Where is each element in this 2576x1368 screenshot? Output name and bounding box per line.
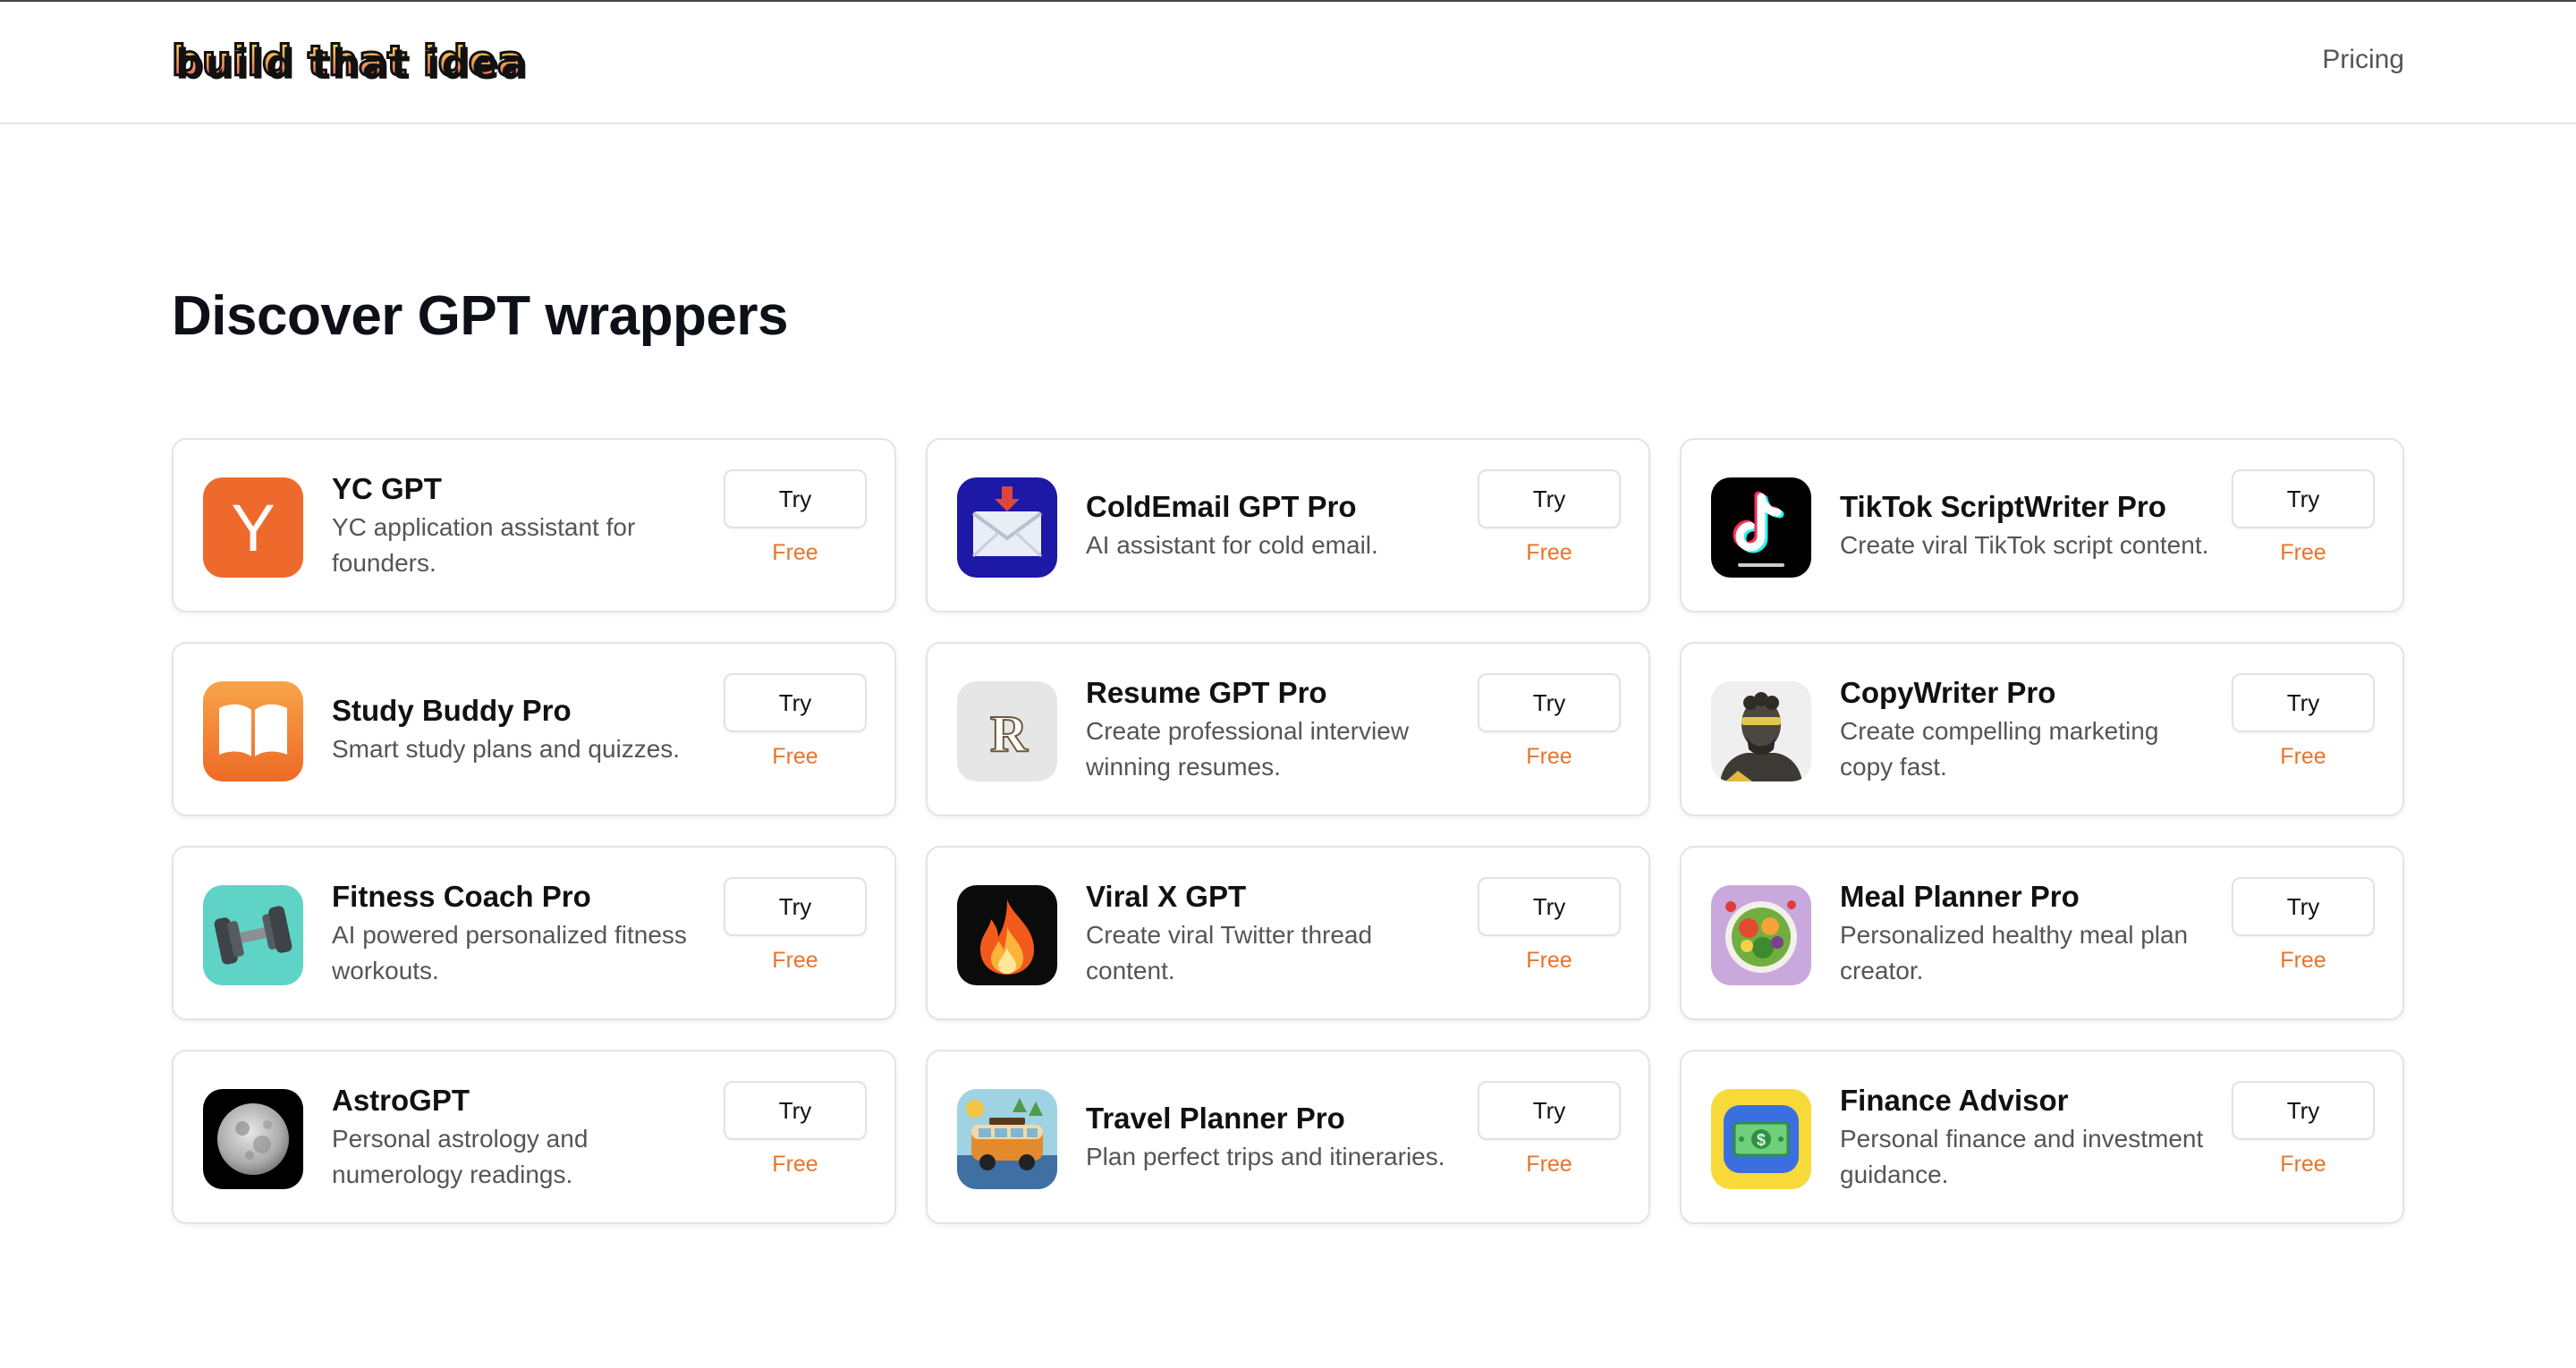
app-name: CopyWriter Pro — [1840, 676, 2056, 709]
salad-bowl-icon — [1711, 885, 1811, 985]
svg-text:Y: Y — [231, 491, 275, 565]
moon-icon — [203, 1089, 303, 1189]
app-name: Resume GPT Pro — [1086, 676, 1327, 709]
tiktok-icon — [1711, 477, 1811, 578]
yc-logo-icon: Y — [203, 477, 303, 578]
try-button[interactable]: Try — [724, 1081, 867, 1140]
price-label: Free — [772, 1152, 818, 1177]
price-label: Free — [1526, 744, 1572, 769]
app-name: TikTok ScriptWriter Pro — [1840, 490, 2166, 523]
app-card: Meal Planner Pro Personalized healthy me… — [1680, 846, 2404, 1020]
app-card: TikTok ScriptWriter Pro Create viral Tik… — [1680, 438, 2404, 612]
envelope-icon — [957, 477, 1057, 578]
app-description: Personal astrology and numerology readin… — [332, 1125, 589, 1188]
app-name: Travel Planner Pro — [1086, 1102, 1345, 1135]
svg-text:R: R — [990, 705, 1029, 763]
price-label: Free — [2280, 744, 2326, 769]
money-bill-icon: $ — [1711, 1089, 1811, 1189]
app-description: Create viral TikTok script content. — [1840, 531, 2209, 559]
app-card: Fitness Coach Pro AI powered personalize… — [172, 846, 896, 1020]
open-book-icon — [203, 681, 303, 781]
dumbbell-icon — [203, 885, 303, 985]
try-button[interactable]: Try — [2232, 1081, 2375, 1140]
app-name: Finance Advisor — [1840, 1084, 2069, 1117]
price-label: Free — [772, 744, 818, 769]
try-button[interactable]: Try — [724, 469, 867, 528]
try-button[interactable]: Try — [1478, 469, 1621, 528]
app-description: AI assistant for cold email. — [1086, 531, 1378, 559]
price-label: Free — [1526, 540, 1572, 565]
app-name: YC GPT — [332, 472, 442, 505]
price-label: Free — [2280, 1152, 2326, 1177]
try-button[interactable]: Try — [1478, 877, 1621, 936]
app-description: Create viral Twitter thread content. — [1086, 921, 1373, 984]
app-name: Fitness Coach Pro — [332, 880, 591, 913]
try-button[interactable]: Try — [2232, 673, 2375, 732]
app-card: R Resume GPT Pro Create professional int… — [926, 642, 1650, 816]
price-label: Free — [2280, 948, 2326, 973]
price-label: Free — [772, 948, 818, 973]
try-button[interactable]: Try — [2232, 877, 2375, 936]
try-button[interactable]: Try — [1478, 1081, 1621, 1140]
try-button[interactable]: Try — [2232, 469, 2375, 528]
app-card: $ Finance Advisor Personal finance and i… — [1680, 1050, 2404, 1224]
app-card: Travel Planner Pro Plan perfect trips an… — [926, 1050, 1650, 1224]
page-title: Discover GPT wrappers — [172, 285, 789, 347]
svg-text:$: $ — [1757, 1131, 1766, 1149]
try-button[interactable]: Try — [724, 673, 867, 732]
app-description: YC application assistant for founders. — [332, 513, 636, 577]
app-name: AstroGPT — [332, 1084, 470, 1117]
app-card: CopyWriter Pro Create compelling marketi… — [1680, 642, 2404, 816]
travel-van-icon — [957, 1089, 1057, 1189]
app-name: Viral X GPT — [1086, 880, 1247, 913]
statue-bust-icon — [1711, 681, 1811, 781]
price-label: Free — [772, 540, 818, 565]
app-description: Plan perfect trips and itineraries. — [1086, 1143, 1445, 1170]
app-description: Personalized healthy meal plan creator. — [1840, 921, 2189, 984]
app-grid: Y YC GPT YC application assistant for fo… — [172, 438, 2404, 1224]
price-label: Free — [2280, 540, 2326, 565]
app-card: ColdEmail GPT Pro AI assistant for cold … — [926, 438, 1650, 612]
price-label: Free — [1526, 948, 1572, 973]
price-label: Free — [1526, 1152, 1572, 1177]
site-logo[interactable]: build that idea — [171, 36, 527, 87]
app-card: Y YC GPT YC application assistant for fo… — [172, 438, 896, 612]
fire-icon — [957, 885, 1057, 985]
letter-r-icon: R — [957, 681, 1057, 781]
try-button[interactable]: Try — [1478, 673, 1621, 732]
top-navbar: build that idea Pricing — [0, 0, 2576, 124]
app-description: Personal finance and investment guidance… — [1840, 1125, 2204, 1188]
app-description: AI powered personalized fitness workouts… — [332, 921, 687, 984]
nav-link-pricing[interactable]: Pricing — [2322, 45, 2404, 75]
app-description: Create compelling marketing copy fast. — [1840, 717, 2159, 781]
app-name: Meal Planner Pro — [1840, 880, 2080, 913]
app-card: Viral X GPT Create viral Twitter thread … — [926, 846, 1650, 1020]
app-description: Smart study plans and quizzes. — [332, 735, 681, 763]
app-description: Create professional interview winning re… — [1086, 717, 1410, 781]
app-name: Study Buddy Pro — [332, 694, 572, 727]
app-name: ColdEmail GPT Pro — [1086, 490, 1357, 523]
try-button[interactable]: Try — [724, 877, 867, 936]
app-card: Study Buddy Pro Smart study plans and qu… — [172, 642, 896, 816]
app-card: AstroGPT Personal astrology and numerolo… — [172, 1050, 896, 1224]
